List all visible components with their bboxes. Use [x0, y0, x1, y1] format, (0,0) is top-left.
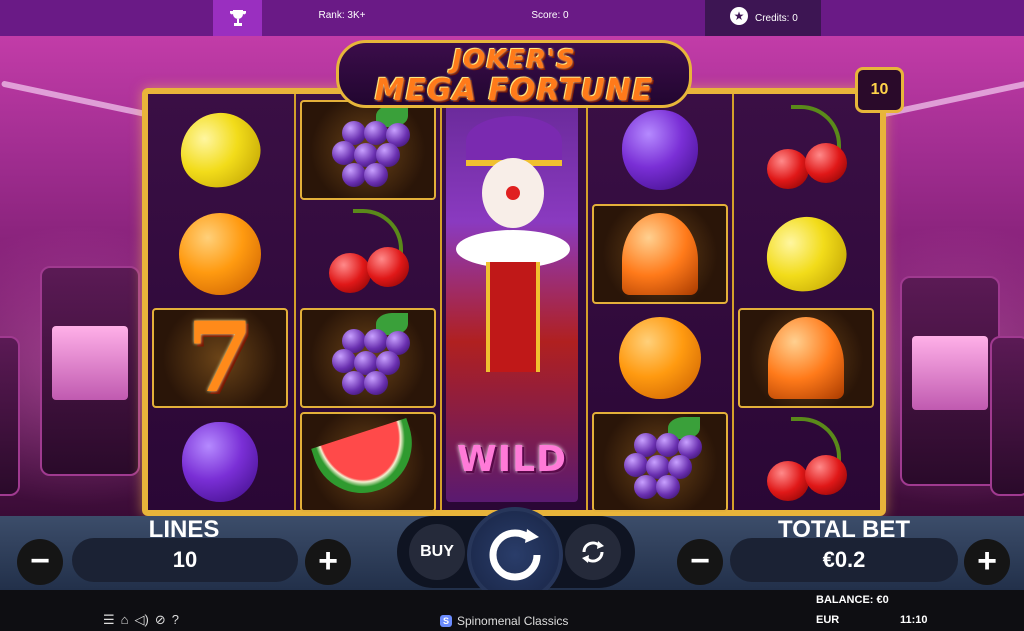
status-bar: ☰ ⌂ ◁) ⊘ ? S Spinomenal Classics BALANCE…	[0, 590, 1024, 631]
wild-label: WILD	[457, 439, 567, 480]
spinomenal-logo-icon: S	[440, 615, 452, 627]
total-bet-value: €0.2	[730, 538, 958, 582]
turbo-icon[interactable]: ⊘	[155, 612, 166, 628]
plum-symbol	[182, 422, 258, 502]
lemon-symbol	[171, 103, 269, 197]
autoplay-button[interactable]	[565, 524, 621, 580]
provider-brand: S Spinomenal Classics	[440, 614, 568, 628]
star-icon: ★	[730, 7, 748, 25]
reel-3: WILD	[440, 94, 584, 510]
slot-machine-decor	[990, 336, 1024, 496]
symbol-cell	[152, 204, 288, 304]
slot-machine-decor	[40, 266, 140, 476]
bell-symbol	[622, 213, 698, 295]
rank-label: Rank: 3K+	[318, 10, 366, 21]
symbol-cell	[592, 412, 728, 512]
top-bar: Rank: 3K+ Score: 0 ★ Credits: 0	[0, 0, 1024, 36]
lines-increase-button[interactable]: +	[305, 539, 351, 585]
slot-machine-decor	[900, 276, 1000, 486]
light-beam	[1, 80, 149, 118]
orange-symbol	[619, 317, 701, 399]
seven-symbol: 7	[186, 301, 254, 414]
logo-line-2: MEGA FORTUNE	[374, 73, 654, 108]
symbol-cell	[592, 100, 728, 200]
symbol-cell	[738, 412, 874, 512]
game-logo: JOKER'S MEGA FORTUNE	[336, 40, 692, 108]
slot-machine-decor	[0, 336, 20, 496]
credits-label: Credits: 0	[755, 12, 798, 24]
symbol-cell	[152, 412, 288, 512]
menu-icon[interactable]: ☰	[103, 612, 115, 628]
symbol-cell	[592, 308, 728, 408]
trophy-icon	[229, 10, 246, 26]
logo-line-1: JOKER'S	[452, 45, 576, 75]
symbol-cell	[738, 204, 874, 304]
grapes-symbol	[614, 417, 706, 507]
credits-button[interactable]: ★ Credits: 0	[705, 0, 821, 36]
symbol-cell	[300, 412, 436, 512]
reel-1: 7	[148, 94, 292, 510]
utility-icons: ☰ ⌂ ◁) ⊘ ?	[103, 612, 179, 628]
help-icon[interactable]: ?	[172, 612, 179, 628]
reels-frame: 7 WILD	[142, 88, 886, 516]
reel-5	[732, 94, 876, 510]
orange-symbol	[179, 213, 261, 295]
spin-icon	[489, 529, 541, 581]
symbol-cell	[152, 100, 288, 200]
reel-2	[294, 94, 438, 512]
trophy-button[interactable]	[213, 0, 262, 36]
brand-label: Spinomenal Classics	[457, 614, 569, 628]
sound-icon[interactable]: ◁)	[135, 612, 149, 628]
plum-symbol	[622, 110, 698, 190]
symbol-cell: 7	[152, 308, 288, 408]
autoplay-icon	[582, 541, 604, 563]
buy-button[interactable]: BUY	[409, 524, 465, 580]
watermelon-symbol	[311, 418, 425, 506]
symbol-cell	[300, 308, 436, 408]
score-label: Score: 0	[531, 10, 569, 21]
grapes-symbol	[322, 313, 414, 403]
currency-label: EUR	[816, 614, 840, 626]
balance-label: BALANCE: €0	[816, 594, 889, 606]
home-icon[interactable]: ⌂	[121, 612, 129, 628]
reel-4	[586, 94, 730, 512]
symbol-cell	[300, 204, 436, 304]
lines-decrease-button[interactable]: −	[17, 539, 63, 585]
joker-wild-symbol: WILD	[446, 102, 578, 502]
bet-decrease-button[interactable]: −	[677, 539, 723, 585]
cherry-symbol	[761, 105, 851, 195]
lines-badge: 10	[855, 67, 904, 113]
spin-button[interactable]	[467, 507, 563, 603]
clock-label: 11:10	[900, 614, 928, 626]
symbol-cell	[300, 100, 436, 200]
lemon-symbol	[757, 207, 855, 301]
bell-symbol	[768, 317, 844, 399]
symbol-cell	[738, 308, 874, 408]
cherry-symbol	[761, 417, 851, 507]
grapes-symbol	[322, 105, 414, 195]
lines-value: 10	[72, 538, 298, 582]
bet-increase-button[interactable]: +	[964, 539, 1010, 585]
symbol-cell	[738, 100, 874, 200]
cherry-symbol	[323, 209, 413, 299]
symbol-cell	[592, 204, 728, 304]
